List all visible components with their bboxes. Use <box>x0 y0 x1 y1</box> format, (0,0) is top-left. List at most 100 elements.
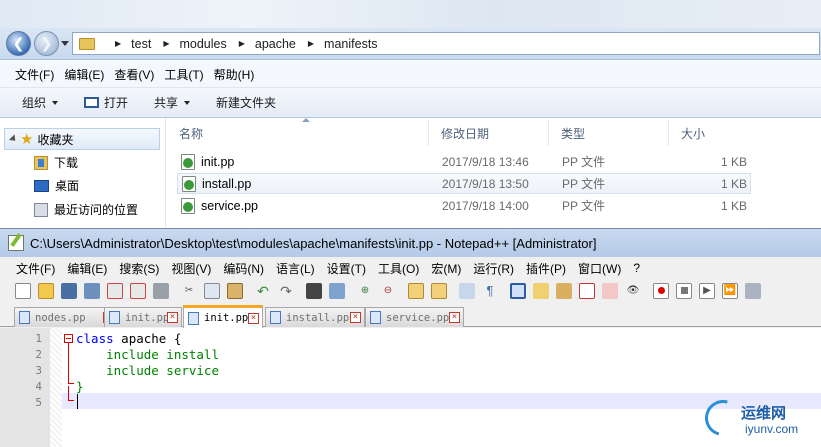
breadcrumb-item[interactable]: modules <box>179 37 226 51</box>
folder-icon <box>79 37 95 50</box>
menu-window[interactable]: 窗口(W) <box>572 260 627 277</box>
tab-service-pp[interactable]: service.pp × <box>365 307 464 327</box>
menu-macro[interactable]: 宏(M) <box>425 260 467 277</box>
tab-nodes-pp[interactable]: nodes.pp × <box>14 307 118 327</box>
save-all-icon[interactable] <box>84 282 100 299</box>
paste-icon[interactable] <box>227 282 243 299</box>
fold-margin[interactable] <box>50 328 62 447</box>
file-icon <box>109 311 120 324</box>
close-file-icon[interactable] <box>107 282 123 299</box>
file-list: 名称 修改日期 类型 大小 init.pp 2017/9/18 13:46 PP… <box>167 118 821 230</box>
explorer-title-bar <box>0 0 821 30</box>
notepadpp-window: C:\Users\Administrator\Desktop\test\modu… <box>0 228 821 447</box>
menu-search[interactable]: 搜索(S) <box>113 260 165 277</box>
menu-help[interactable]: ? <box>627 261 646 275</box>
tab-install-pp[interactable]: install.pp × <box>265 307 365 327</box>
nav-item-favorites[interactable]: ★ 收藏夹 <box>4 128 160 150</box>
redo-icon[interactable]: ↷ <box>278 283 294 299</box>
line-number: 2 <box>35 348 42 361</box>
menu-edit[interactable]: 编辑(E) <box>59 66 109 83</box>
file-size: 1 KB <box>721 176 748 191</box>
close-all-icon[interactable] <box>130 282 146 299</box>
menu-language[interactable]: 语言(L) <box>270 260 321 277</box>
menu-tools[interactable]: 工具(O) <box>372 260 425 277</box>
close-icon[interactable]: × <box>248 312 259 324</box>
stop-macro-icon[interactable] <box>676 282 692 299</box>
file-row[interactable]: install.pp 2017/9/18 13:50 PP 文件 1 KB <box>177 173 751 194</box>
close-icon[interactable]: × <box>167 312 178 323</box>
column-header-size[interactable]: 大小 <box>669 120 769 146</box>
address-box[interactable]: ▶ test ▶ modules ▶ apache ▶ manifests <box>72 32 820 55</box>
fold-collapse-icon[interactable] <box>64 334 73 343</box>
file-row[interactable]: init.pp 2017/9/18 13:46 PP 文件 1 KB <box>177 151 751 172</box>
back-button[interactable]: ❮ <box>6 31 31 56</box>
menu-plugins[interactable]: 插件(P) <box>520 260 572 277</box>
text-caret <box>77 394 78 409</box>
open-button[interactable]: 打开 <box>84 94 128 111</box>
copy-icon[interactable] <box>204 282 220 299</box>
folder-workspace-icon[interactable] <box>602 282 618 299</box>
indent-guide-icon[interactable] <box>510 282 526 299</box>
nav-item-downloads[interactable]: 下载 <box>34 154 78 171</box>
play-macro-icon[interactable]: ▶ <box>699 282 715 299</box>
user-language-icon[interactable] <box>533 282 549 299</box>
history-dropdown-icon[interactable] <box>61 41 69 46</box>
show-all-chars-icon[interactable]: ¶ <box>482 283 498 299</box>
doc-map-icon[interactable] <box>556 282 572 299</box>
chevron-right-icon[interactable]: ▶ <box>115 39 121 48</box>
find-icon[interactable] <box>306 282 322 299</box>
breadcrumb-item[interactable]: manifests <box>324 37 378 51</box>
menu-file[interactable]: 文件(F) <box>10 260 61 277</box>
new-file-icon[interactable] <box>15 282 31 299</box>
menu-settings[interactable]: 设置(T) <box>321 260 372 277</box>
menu-help[interactable]: 帮助(H) <box>209 66 260 83</box>
menu-file[interactable]: 文件(F) <box>10 66 59 83</box>
nav-item-desktop[interactable]: 桌面 <box>34 177 79 194</box>
menu-run[interactable]: 运行(R) <box>467 260 520 277</box>
breadcrumb-item[interactable]: test <box>131 37 151 51</box>
close-icon[interactable]: × <box>350 312 361 323</box>
word-wrap-icon[interactable] <box>459 282 475 299</box>
share-label: 共享 <box>154 96 179 110</box>
tab-init-pp-active[interactable]: init.pp × <box>183 305 263 328</box>
expand-icon[interactable] <box>8 134 19 144</box>
record-macro-icon[interactable] <box>653 282 669 299</box>
code-editor[interactable]: 1 2 3 4 5 class apache { include install… <box>0 328 821 447</box>
cut-icon[interactable]: ✂ <box>181 283 197 299</box>
chevron-right-icon[interactable]: ▶ <box>239 39 245 48</box>
menu-tools[interactable]: 工具(T) <box>159 66 208 83</box>
save-icon[interactable] <box>61 282 77 299</box>
line-number: 4 <box>35 380 42 393</box>
zoom-in-icon[interactable]: ⊕ <box>357 283 373 299</box>
menu-encoding[interactable]: 编码(N) <box>217 260 270 277</box>
file-row[interactable]: service.pp 2017/9/18 14:00 PP 文件 1 KB <box>177 195 751 216</box>
replace-icon[interactable] <box>329 282 345 299</box>
menu-view[interactable]: 查看(V) <box>109 66 159 83</box>
print-icon[interactable] <box>153 282 169 299</box>
zoom-out-icon[interactable]: ⊖ <box>380 283 396 299</box>
share-button[interactable]: 共享 <box>154 94 191 111</box>
column-header-name[interactable]: 名称 <box>167 120 429 146</box>
tab-init-pp[interactable]: init.pp × <box>104 307 182 327</box>
undo-icon[interactable]: ↶ <box>255 283 271 299</box>
monitoring-icon[interactable]: 👁 <box>625 283 641 299</box>
function-list-icon[interactable] <box>579 282 595 299</box>
menu-view[interactable]: 视图(V) <box>165 260 217 277</box>
nav-item-recent[interactable]: 最近访问的位置 <box>34 201 138 218</box>
column-header-type[interactable]: 类型 <box>549 120 669 146</box>
chevron-right-icon[interactable]: ▶ <box>163 39 169 48</box>
forward-button[interactable]: ❯ <box>34 31 59 56</box>
breadcrumb-item[interactable]: apache <box>255 37 296 51</box>
column-header-modified[interactable]: 修改日期 <box>429 120 549 146</box>
new-folder-button[interactable]: 新建文件夹 <box>216 94 276 111</box>
save-macro-icon[interactable] <box>745 282 761 299</box>
sync-horizontal-icon[interactable] <box>431 282 447 299</box>
run-macro-multiple-icon[interactable]: ⏩ <box>722 282 738 299</box>
menu-edit[interactable]: 编辑(E) <box>61 260 113 277</box>
sync-vertical-icon[interactable] <box>408 282 424 299</box>
organize-button[interactable]: 组织 <box>22 94 59 111</box>
nav-label: 最近访问的位置 <box>54 203 139 217</box>
chevron-right-icon[interactable]: ▶ <box>308 39 314 48</box>
close-icon[interactable]: × <box>449 312 460 323</box>
open-file-icon[interactable] <box>38 282 54 299</box>
